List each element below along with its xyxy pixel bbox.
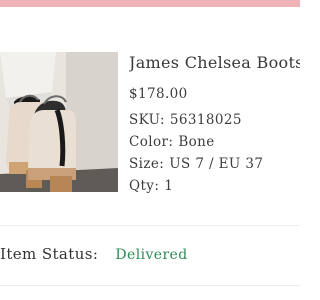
size-value: US 7 / EU 37 xyxy=(169,156,264,172)
product-title[interactable]: James Chelsea Boots xyxy=(129,53,300,72)
section-divider xyxy=(0,225,300,226)
qty-value: 1 xyxy=(164,178,174,194)
product-qty: Qty: 1 xyxy=(129,178,173,194)
product-size: Size: US 7 / EU 37 xyxy=(129,156,263,172)
top-accent-bar xyxy=(0,0,300,7)
sku-label: SKU: xyxy=(129,112,165,128)
item-status-row: Item Status: Delivered xyxy=(0,244,188,263)
bottom-divider xyxy=(0,285,300,286)
boot-product-image xyxy=(0,52,118,192)
size-label: Size: xyxy=(129,156,165,172)
product-sku: SKU: 56318025 xyxy=(129,112,242,128)
product-color: Color: Bone xyxy=(129,134,215,150)
color-value: Bone xyxy=(178,134,215,150)
color-label: Color: xyxy=(129,134,174,150)
product-image[interactable] xyxy=(0,52,118,192)
sku-value: 56318025 xyxy=(169,112,242,128)
product-price: $178.00 xyxy=(129,86,188,102)
qty-label: Qty: xyxy=(129,178,160,194)
item-status-label: Item Status: xyxy=(0,245,99,263)
item-status-value: Delivered xyxy=(115,247,188,263)
